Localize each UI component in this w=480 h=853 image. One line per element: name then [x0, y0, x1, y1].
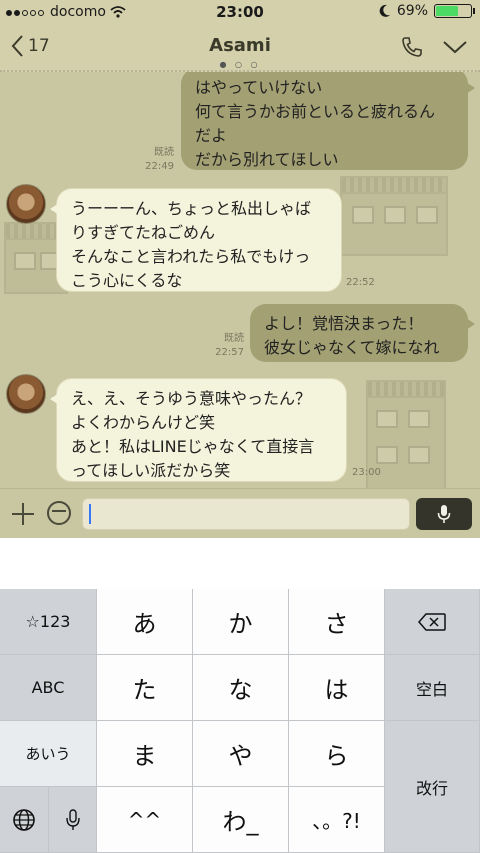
- message-text: よし！覚悟決まった！: [264, 314, 424, 333]
- message-meta: 23:00: [352, 466, 388, 480]
- space-key[interactable]: 空白: [385, 655, 480, 721]
- battery-icon: [434, 4, 475, 18]
- message-text: こう心にくるな: [71, 271, 183, 290]
- message-bubble-incoming[interactable]: うーーーん、ちょっと私出しゃば りすぎてたねごめん そんなこと言われたら私でもけ…: [50, 188, 342, 292]
- message-text: よくわからんけど笑: [71, 413, 216, 432]
- sticker-icon[interactable]: [47, 501, 71, 525]
- avatar[interactable]: [6, 184, 46, 224]
- message-input[interactable]: [82, 498, 410, 530]
- battery-percent: 69%: [396, 3, 428, 19]
- message-text: 何て言うかお前といると疲れるん: [195, 102, 436, 121]
- message-time: 22:52: [346, 277, 375, 288]
- read-receipt: 既読: [154, 147, 174, 158]
- message-text: うーーーん、ちょっと私出しゃば: [71, 199, 312, 218]
- key-ka[interactable]: か: [193, 589, 289, 655]
- phone-icon[interactable]: [400, 35, 424, 59]
- japanese-keyboard: ☆123 ABC あいう あ か さ た な は ま や ら ^^ わ_ 、。?…: [0, 589, 480, 853]
- read-receipt: 既読: [224, 333, 244, 344]
- message-input-bar: [0, 488, 480, 539]
- message-text: そんなこと言われたら私でもけっ: [71, 247, 311, 266]
- key-wa[interactable]: わ_: [193, 787, 289, 853]
- chevron-down-icon[interactable]: [442, 35, 468, 59]
- key-numbers[interactable]: ☆123: [0, 589, 97, 655]
- page-indicator: ● ○ ○: [219, 60, 261, 69]
- key-ra[interactable]: ら: [289, 721, 385, 787]
- dictation-key[interactable]: [49, 787, 97, 853]
- moon-icon: [379, 4, 390, 17]
- enter-key[interactable]: 改行: [385, 721, 480, 853]
- microphone-icon: [65, 808, 80, 830]
- message-text: 彼女じゃなくて嫁になれ: [264, 338, 440, 357]
- message-bubble-outgoing[interactable]: はやっていけない 何て言うかお前といると疲れるん だよ だから別れてほしい: [181, 72, 475, 170]
- message-text: りすぎてたねごめん: [71, 223, 216, 242]
- key-sa[interactable]: さ: [289, 589, 385, 655]
- background-house: [340, 176, 448, 256]
- message-time: 23:00: [352, 467, 381, 478]
- avatar[interactable]: [6, 374, 46, 414]
- backspace-icon: [418, 612, 446, 631]
- text-caret: [89, 504, 91, 524]
- backspace-key[interactable]: [385, 589, 480, 655]
- message-text: はやっていけない: [195, 78, 323, 97]
- microphone-icon: [437, 505, 451, 523]
- key-punctuation[interactable]: 、。?!: [289, 787, 385, 853]
- line-chat-screen: docomo 23:00 69% 17 Asami ● ○ ○ はやっていけない…: [0, 0, 480, 853]
- message-time: 22:57: [215, 347, 244, 358]
- battery-fill: [436, 6, 458, 16]
- message-time: 22:49: [145, 161, 174, 172]
- key-ha[interactable]: は: [289, 655, 385, 721]
- key-emoticon[interactable]: ^^: [97, 787, 193, 853]
- message-text: ってほしい派だから笑: [71, 461, 231, 480]
- key-ma[interactable]: ま: [97, 721, 193, 787]
- message-meta: 22:52: [346, 276, 382, 290]
- message-text: だから別れてほしい: [195, 150, 339, 169]
- globe-icon: [13, 808, 35, 831]
- message-text: え、え、そうゆう意味やったん？: [71, 389, 312, 408]
- key-na[interactable]: な: [193, 655, 289, 721]
- voice-message-button[interactable]: [416, 498, 472, 530]
- message-meta: 既読 22:57: [200, 332, 244, 360]
- key-ya[interactable]: や: [193, 721, 289, 787]
- key-kana[interactable]: あいう: [0, 721, 97, 787]
- message-meta: 既読 22:49: [130, 146, 174, 174]
- globe-key[interactable]: [0, 787, 49, 853]
- keyboard-gap: [0, 538, 480, 589]
- key-a[interactable]: あ: [97, 589, 193, 655]
- message-list[interactable]: はやっていけない 何て言うかお前といると疲れるん だよ だから別れてほしい 既読…: [0, 72, 480, 488]
- chat-header: 17 Asami ● ○ ○: [0, 26, 480, 72]
- key-ta[interactable]: た: [97, 655, 193, 721]
- message-text: だよ: [195, 126, 228, 145]
- status-bar: docomo 23:00 69%: [0, 0, 480, 26]
- plus-icon[interactable]: [10, 501, 36, 527]
- message-text: あと！私はLINEじゃなくて直接言: [71, 437, 315, 456]
- message-bubble-incoming[interactable]: え、え、そうゆう意味やったん？ よくわからんけど笑 あと！私はLINEじゃなくて…: [50, 378, 347, 482]
- message-bubble-outgoing[interactable]: よし！覚悟決まった！ 彼女じゃなくて嫁になれ: [250, 304, 475, 362]
- key-alphabet[interactable]: ABC: [0, 655, 97, 721]
